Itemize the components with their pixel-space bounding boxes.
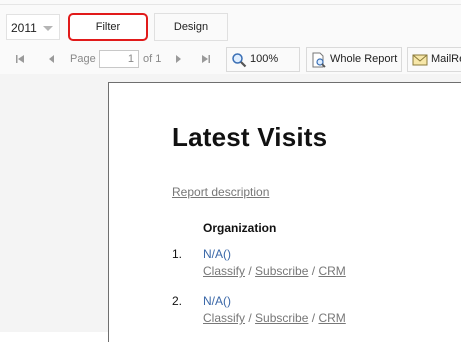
chevron-down-icon — [43, 26, 53, 31]
separator: / — [248, 264, 252, 278]
previous-page-icon[interactable] — [46, 53, 58, 65]
document-search-icon — [312, 52, 326, 68]
report-page — [108, 82, 461, 342]
separator: / — [311, 311, 316, 325]
crm-link[interactable]: CRM — [318, 264, 345, 278]
last-page-icon[interactable] — [200, 53, 212, 65]
top-bar: 2011 Filter Design — [0, 0, 461, 44]
page-label: Page — [70, 53, 96, 65]
report-title: Latest Visits — [172, 122, 328, 152]
subscribe-link[interactable]: Subscribe — [255, 311, 308, 325]
first-page-icon[interactable] — [14, 53, 26, 65]
magnifier-icon — [232, 53, 247, 68]
year-select[interactable]: 2011 — [6, 14, 60, 40]
divider — [0, 4, 461, 5]
tab-design[interactable]: Design — [154, 13, 228, 41]
list-item-number: 2. — [172, 294, 183, 308]
organization-link[interactable]: N/A() — [203, 294, 231, 308]
column-header-organization: Organization — [203, 221, 277, 235]
page-count-label: of 1 — [143, 53, 162, 65]
organization-link[interactable]: N/A() — [203, 247, 231, 261]
page-number-input[interactable]: 1 — [99, 50, 139, 68]
crm-link[interactable]: CRM — [318, 311, 345, 325]
list-item-number: 1. — [172, 247, 183, 261]
report-description-link[interactable]: Report description — [172, 185, 269, 199]
year-value: 2011 — [11, 21, 37, 35]
next-page-icon[interactable] — [172, 53, 184, 65]
whole-report-label: Whole Report — [330, 53, 398, 65]
separator: / — [311, 264, 316, 278]
list-item-actions: Classify / Subscribe / CRM — [203, 311, 346, 325]
mail-report-label: MailRe — [431, 53, 461, 65]
envelope-icon — [412, 54, 428, 66]
zoom-label: 100% — [250, 53, 279, 65]
subscribe-link[interactable]: Subscribe — [255, 264, 308, 278]
mail-report-button[interactable]: MailRe — [407, 47, 461, 72]
list-item-actions: Classify / Subscribe / CRM — [203, 264, 346, 278]
separator: / — [248, 311, 252, 325]
zoom-button[interactable]: 100% — [226, 47, 300, 72]
report-toolbar: Page 1 of 1 100% Whole Report MailRe — [0, 44, 461, 74]
whole-report-button[interactable]: Whole Report — [306, 47, 402, 72]
classify-link[interactable]: Classify — [203, 264, 245, 278]
tab-filter[interactable]: Filter — [68, 13, 148, 41]
classify-link[interactable]: Classify — [203, 311, 245, 325]
